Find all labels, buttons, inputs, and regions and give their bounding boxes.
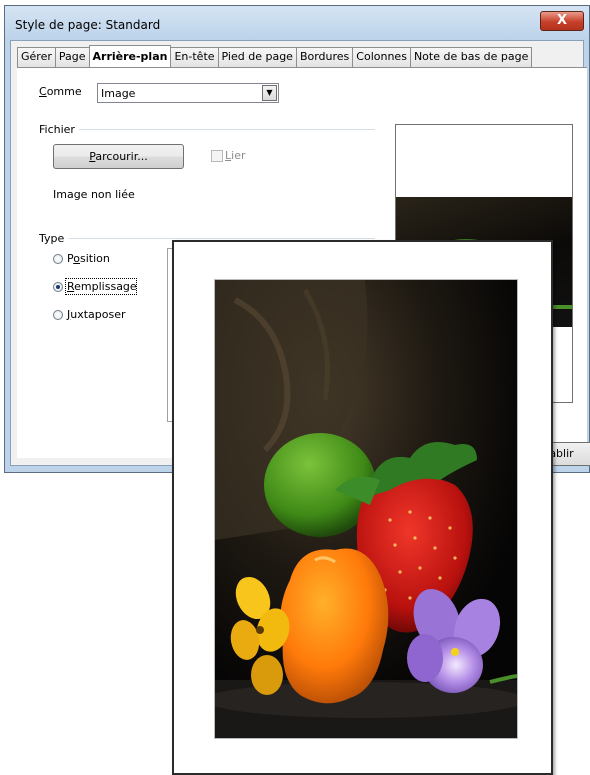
tab-manage[interactable]: Gérer: [17, 47, 56, 67]
radio-icon[interactable]: [53, 254, 63, 264]
window-title: Style de page: Standard: [15, 18, 161, 32]
tab-header[interactable]: En-tête: [170, 47, 219, 67]
file-section-title: Fichier: [39, 123, 75, 136]
page-preview-large: [172, 240, 553, 775]
fruit-photo: [215, 280, 517, 738]
link-status-text: Image non liée: [53, 188, 135, 201]
type-section-title: Type: [39, 232, 65, 245]
tab-footer[interactable]: Pied de page: [217, 47, 297, 67]
file-section-separator: [79, 129, 375, 130]
tab-background[interactable]: Arrière-plan: [88, 45, 172, 67]
title-bar[interactable]: Style de page: Standard X: [5, 6, 589, 40]
link-checkbox-label: Lier: [225, 149, 246, 162]
tab-footnote[interactable]: Note de bas de page: [409, 47, 533, 67]
as-label: Comme: [39, 85, 82, 98]
close-button[interactable]: X: [540, 11, 584, 31]
background-image: [214, 279, 518, 739]
dropdown-arrow-icon[interactable]: ▼: [262, 85, 277, 101]
checkbox-icon[interactable]: [211, 150, 223, 162]
tab-page[interactable]: Page: [54, 47, 90, 67]
type-section-separator: [69, 238, 375, 239]
option-tile-label[interactable]: Juxtaposer: [67, 308, 126, 321]
browse-button[interactable]: Parcourir...: [53, 144, 184, 169]
tab-borders[interactable]: Bordures: [295, 47, 354, 67]
as-select[interactable]: Image ▼: [97, 83, 279, 103]
option-position-label[interactable]: Position: [67, 252, 110, 265]
as-select-value: Image: [101, 87, 136, 100]
radio-icon[interactable]: [53, 310, 63, 320]
close-icon: X: [556, 13, 568, 28]
tab-bar: Gérer Page Arrière-plan En-tête Pied de …: [17, 45, 533, 67]
option-fill-label[interactable]: Remplissage: [67, 280, 137, 293]
tab-columns[interactable]: Colonnes: [352, 47, 411, 67]
radio-icon[interactable]: [53, 282, 63, 292]
